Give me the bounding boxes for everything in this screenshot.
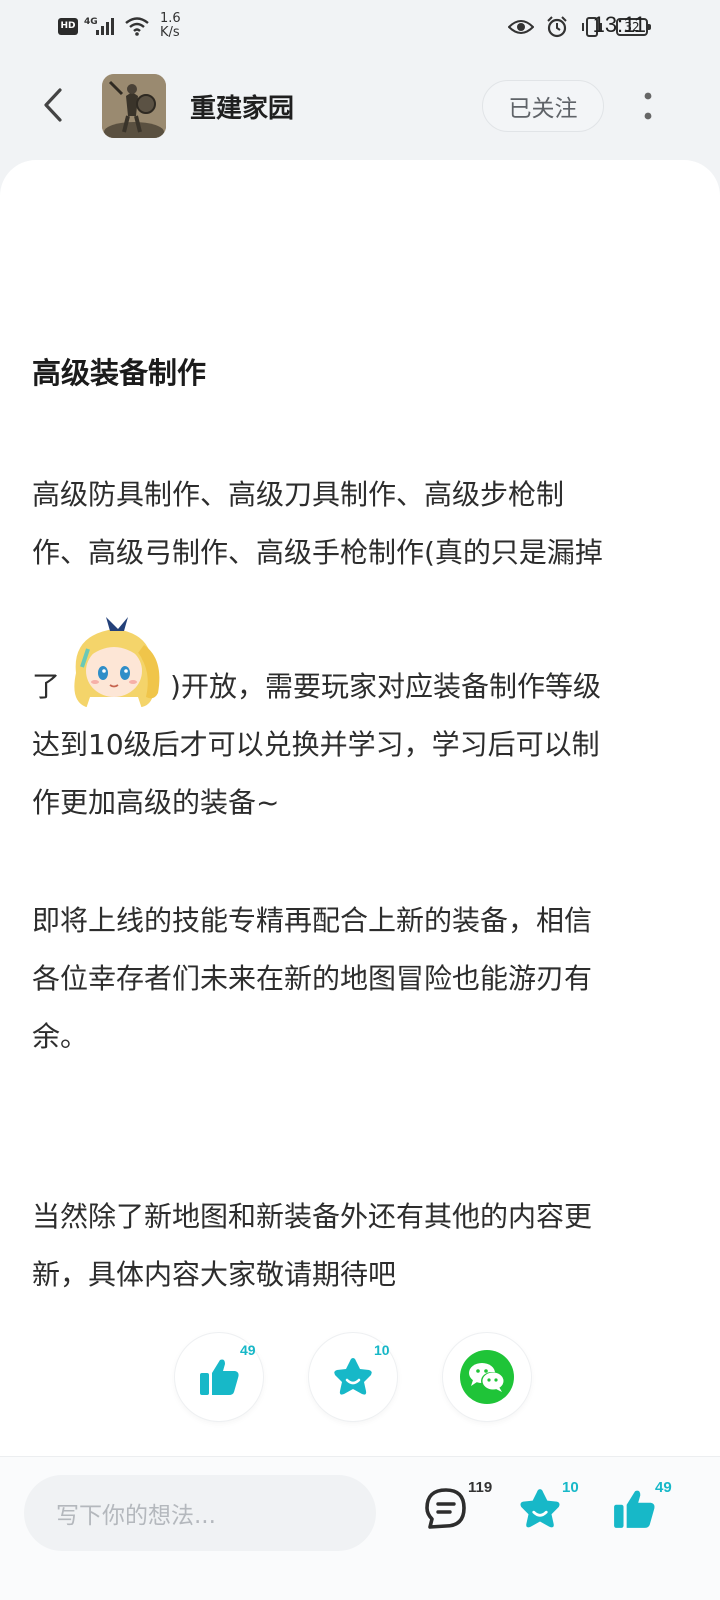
follow-button[interactable]: 已关注 [482, 80, 604, 132]
wechat-icon [460, 1350, 514, 1404]
comment-count: 119 [468, 1479, 493, 1496]
back-button[interactable] [30, 82, 76, 128]
paragraph-1-rest: 达到10级后才可以兑换并学习，学习后可以制 作更加高级的装备~ [32, 716, 682, 832]
clock: 13:11 [593, 12, 646, 38]
time-text: 13:11 [592, 12, 646, 37]
network-type-label: 4G [84, 17, 98, 27]
comment-input[interactable]: 写下你的想法... [24, 1475, 376, 1551]
bottom-like-count: 49 [655, 1479, 672, 1496]
paragraph-line: 高级防具制作、高级刀具制作、高级步枪制 [32, 478, 565, 511]
paragraph-2: 即将上线的技能专精再配合上新的装备，相信 各位幸存者们未来在新的地图冒险也能游刃… [32, 892, 682, 1066]
bottom-favorite-count: 10 [562, 1479, 579, 1496]
status-left: HD 4G 1.6 K/s [58, 10, 181, 42]
paragraph-line: 作、高级弓制作、高级手枪制作(真的只是漏掉 [32, 536, 603, 569]
header: 重建家园 已关注 [0, 60, 720, 160]
paragraph-line: 各位幸存者们未来在新的地图冒险也能游刃有 [32, 962, 593, 995]
comment-button[interactable] [422, 1485, 470, 1533]
paragraph-line: 新，具体内容大家敬请期待吧 [32, 1258, 397, 1291]
network-speed-value: 1.6 [160, 11, 181, 26]
signal-icon: 4G [84, 17, 114, 35]
paragraph-line: 作更加高级的装备~ [32, 786, 280, 819]
paragraph-line: 余。 [32, 1020, 89, 1053]
star-icon [334, 1358, 372, 1395]
reaction-row: 49 10 [0, 1332, 720, 1428]
hd-badge: HD [58, 17, 78, 35]
paragraph-line-prefix: 了 [32, 670, 61, 703]
thumbs-up-icon [614, 1490, 655, 1528]
status-bar: HD 4G 1.6 K/s 32 13:11 [0, 0, 720, 52]
wifi-icon [125, 17, 149, 36]
more-vertical-icon [644, 92, 652, 120]
article-card: 高级装备制作 高级防具制作、高级刀具制作、高级步枪制 作、高级弓制作、高级手枪制… [0, 160, 720, 1456]
comment-icon [425, 1488, 466, 1529]
game-avatar[interactable] [102, 74, 166, 138]
like-button[interactable] [610, 1485, 658, 1533]
bottom-bar: 写下你的想法... 119 10 49 [0, 1456, 720, 1600]
more-button[interactable] [628, 80, 668, 132]
game-title: 重建家园 [190, 94, 295, 124]
star-icon [520, 1489, 560, 1528]
alarm-icon [547, 16, 567, 38]
network-speed: 1.6 K/s [160, 12, 181, 40]
warrior-image [102, 74, 166, 138]
paragraph-line: 达到10级后才可以兑换并学习，学习后可以制 [32, 728, 600, 761]
favorite-count: 10 [374, 1342, 390, 1358]
favorite-button[interactable] [516, 1485, 564, 1533]
paragraph-line-suffix: )开放，需要玩家对应装备制作等级 [170, 670, 601, 703]
like-count: 49 [240, 1342, 256, 1358]
chevron-left-icon [44, 88, 62, 122]
thumbs-up-icon [200, 1359, 239, 1395]
network-speed-unit: K/s [160, 25, 180, 40]
paragraph-line: 即将上线的技能专精再配合上新的装备，相信 [32, 904, 593, 937]
paragraph-3: 当然除了新地图和新装备外还有其他的内容更 新，具体内容大家敬请期待吧 [32, 1188, 682, 1304]
paragraph-line: 当然除了新地图和新装备外还有其他的内容更 [32, 1200, 593, 1233]
eye-icon [508, 20, 534, 34]
anime-girl-sticker [66, 615, 166, 715]
section-heading: 高级装备制作 [32, 356, 207, 390]
paragraph-1: 高级防具制作、高级刀具制作、高级步枪制 作、高级弓制作、高级手枪制作(真的只是漏… [32, 466, 682, 582]
wechat-share-button[interactable] [442, 1332, 532, 1422]
